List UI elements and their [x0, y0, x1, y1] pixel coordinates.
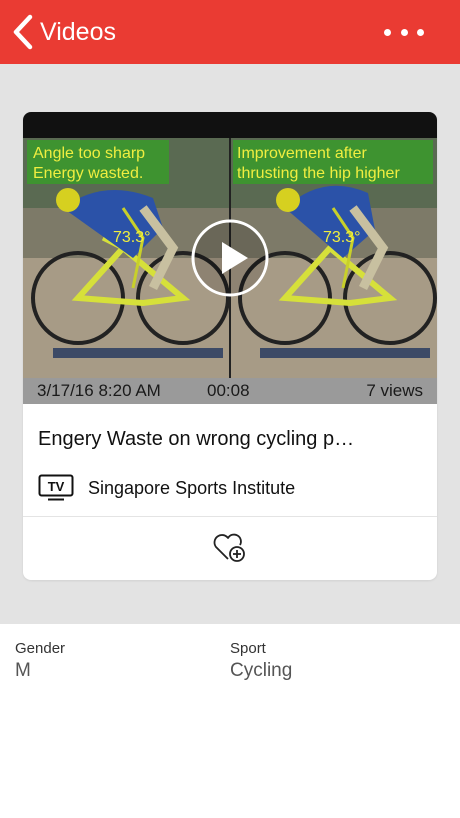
video-player[interactable]: Angle too sharp Energy wasted. Improveme…: [23, 112, 437, 404]
video-title[interactable]: Engery Waste on wrong cycling p…: [38, 428, 354, 451]
sport-info: Sport Cycling: [230, 640, 292, 682]
gender-info: Gender M: [15, 640, 65, 682]
video-duration: 00:08: [207, 381, 250, 400]
tv-badge-text: TV: [48, 479, 65, 494]
play-button[interactable]: [190, 218, 270, 298]
left-caption-line1: Angle too sharp: [33, 145, 145, 162]
left-caption-line2: Energy wasted.: [33, 165, 143, 182]
chevron-left-icon: [10, 14, 36, 50]
right-angle-label: 73.3°: [323, 229, 361, 246]
add-favorite-button[interactable]: [212, 532, 248, 564]
gender-label: Gender: [15, 640, 66, 657]
video-card: Angle too sharp Energy wasted. Improveme…: [23, 112, 437, 580]
right-caption-line1: Improvement after: [237, 145, 368, 162]
video-meta-strip: 3/17/16 8:20 AM 00:08 7 views: [23, 378, 437, 404]
more-dot: [417, 28, 424, 36]
tv-icon: TV: [38, 474, 74, 501]
video-source[interactable]: TV Singapore Sports Institute: [38, 474, 295, 502]
heart-plus-icon: [213, 533, 245, 562]
left-angle-label: 73.3°: [113, 229, 151, 246]
more-options-button[interactable]: [384, 22, 424, 42]
play-icon: [191, 219, 269, 297]
source-name: Singapore Sports Institute: [88, 477, 296, 498]
back-label: Videos: [40, 17, 116, 46]
card-divider: [23, 516, 437, 517]
back-button[interactable]: Videos: [10, 14, 116, 50]
top-bar: Videos: [0, 0, 460, 64]
more-dot: [384, 28, 391, 36]
sport-label: Sport: [230, 640, 266, 657]
video-views: 7 views: [366, 381, 423, 400]
sport-value: Cycling: [230, 660, 293, 681]
right-caption-line2: thrusting the hip higher: [237, 165, 400, 182]
video-date: 3/17/16 8:20 AM: [37, 381, 161, 400]
more-dot: [400, 28, 408, 36]
gender-value: M: [15, 660, 31, 681]
